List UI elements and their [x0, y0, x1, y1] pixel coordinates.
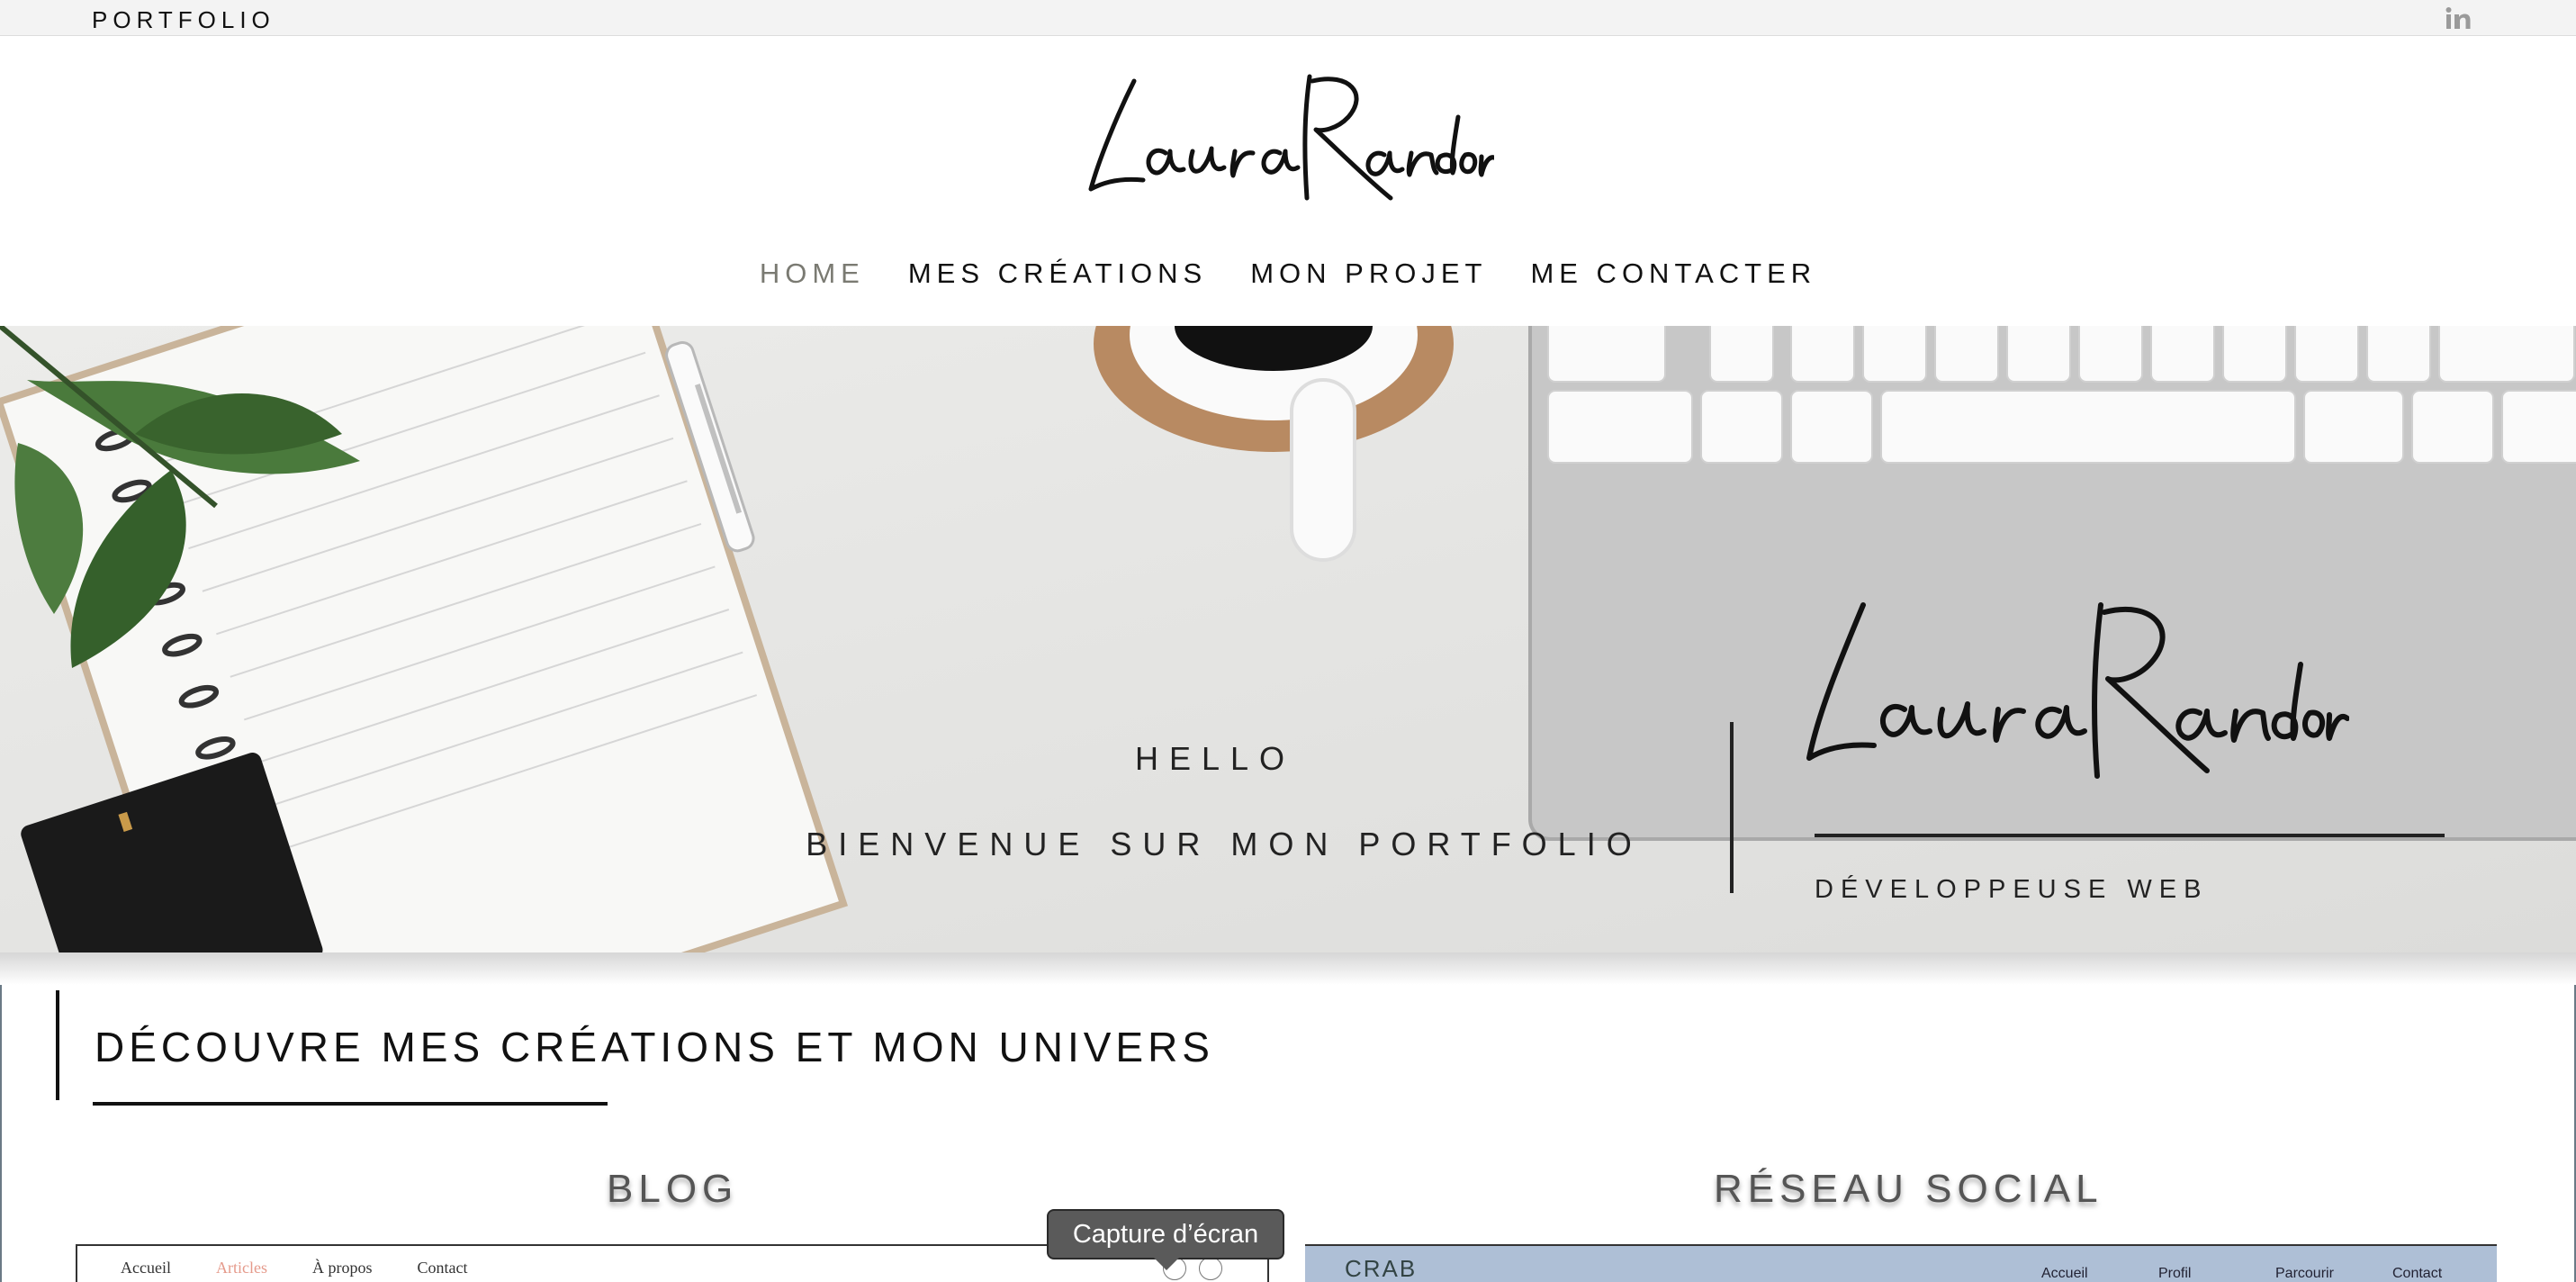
portfolio-label[interactable]: PORTFOLIO	[92, 6, 275, 34]
blog-nav-apropos: À propos	[311, 1259, 373, 1277]
nav-me-contacter[interactable]: ME CONTACTER	[1530, 248, 1816, 302]
social-nav-profil: Profil	[2158, 1266, 2192, 1281]
crab-logo: CRAB	[1345, 1255, 1418, 1282]
blog-nav-articles: Articles	[215, 1259, 267, 1277]
social-nav-contact: Contact	[2392, 1266, 2443, 1281]
main-nav: HOME MES CRÉATIONS MON PROJET ME CONTACT…	[0, 248, 2576, 302]
header-signature-logo[interactable]	[1080, 54, 1494, 225]
social-preview-card[interactable]: CRAB Accueil Profil Parcourir Contact	[1305, 1244, 2497, 1282]
section-accent-bar	[56, 990, 59, 1100]
hero-hello: HELLO	[1134, 740, 1296, 777]
tooltip-arrow	[1154, 1258, 1179, 1270]
social-nav-parcourir: Parcourir	[2275, 1266, 2334, 1281]
tiktok-icon	[1199, 1257, 1222, 1280]
hero-signature-logo	[1806, 602, 2349, 779]
social-nav-accueil: Accueil	[2041, 1266, 2088, 1281]
site-header: HOME MES CRÉATIONS MON PROJET ME CONTACT…	[0, 36, 2576, 326]
social-preview-nav: Accueil Profil Parcourir Contact	[2041, 1266, 2509, 1282]
nav-mes-creations[interactable]: MES CRÉATIONS	[908, 248, 1207, 302]
hero-role: DÉVELOPPEUSE WEB	[1815, 875, 2209, 904]
section-title: DÉCOUVRE MES CRÉATIONS ET MON UNIVERS	[95, 1024, 1214, 1070]
screenshot-tooltip: Capture d’écran	[1047, 1209, 1284, 1259]
column-title-social: RÉSEAU SOCIAL	[1714, 1167, 2103, 1211]
blog-preview-nav: Accueil Articles À propos Contact	[121, 1259, 467, 1277]
nav-home[interactable]: HOME	[760, 248, 865, 302]
nav-mon-projet[interactable]: MON PROJET	[1250, 248, 1487, 302]
hero-divider	[1730, 722, 1734, 893]
hero-shadow	[0, 952, 2576, 985]
blog-nav-contact: Contact	[417, 1259, 468, 1277]
blog-nav-accueil: Accueil	[121, 1259, 171, 1277]
hero-banner: HELLO BIENVENUE SUR MON PORTFOLIO DÉVELO…	[0, 326, 2576, 954]
hero-underline	[1815, 834, 2445, 837]
linkedin-icon[interactable]	[2445, 5, 2473, 31]
section-underline	[93, 1102, 608, 1106]
column-title-blog: BLOG	[607, 1167, 739, 1211]
hero-welcome: BIENVENUE SUR MON PORTFOLIO	[806, 826, 1643, 862]
top-bar: PORTFOLIO	[0, 0, 2576, 36]
